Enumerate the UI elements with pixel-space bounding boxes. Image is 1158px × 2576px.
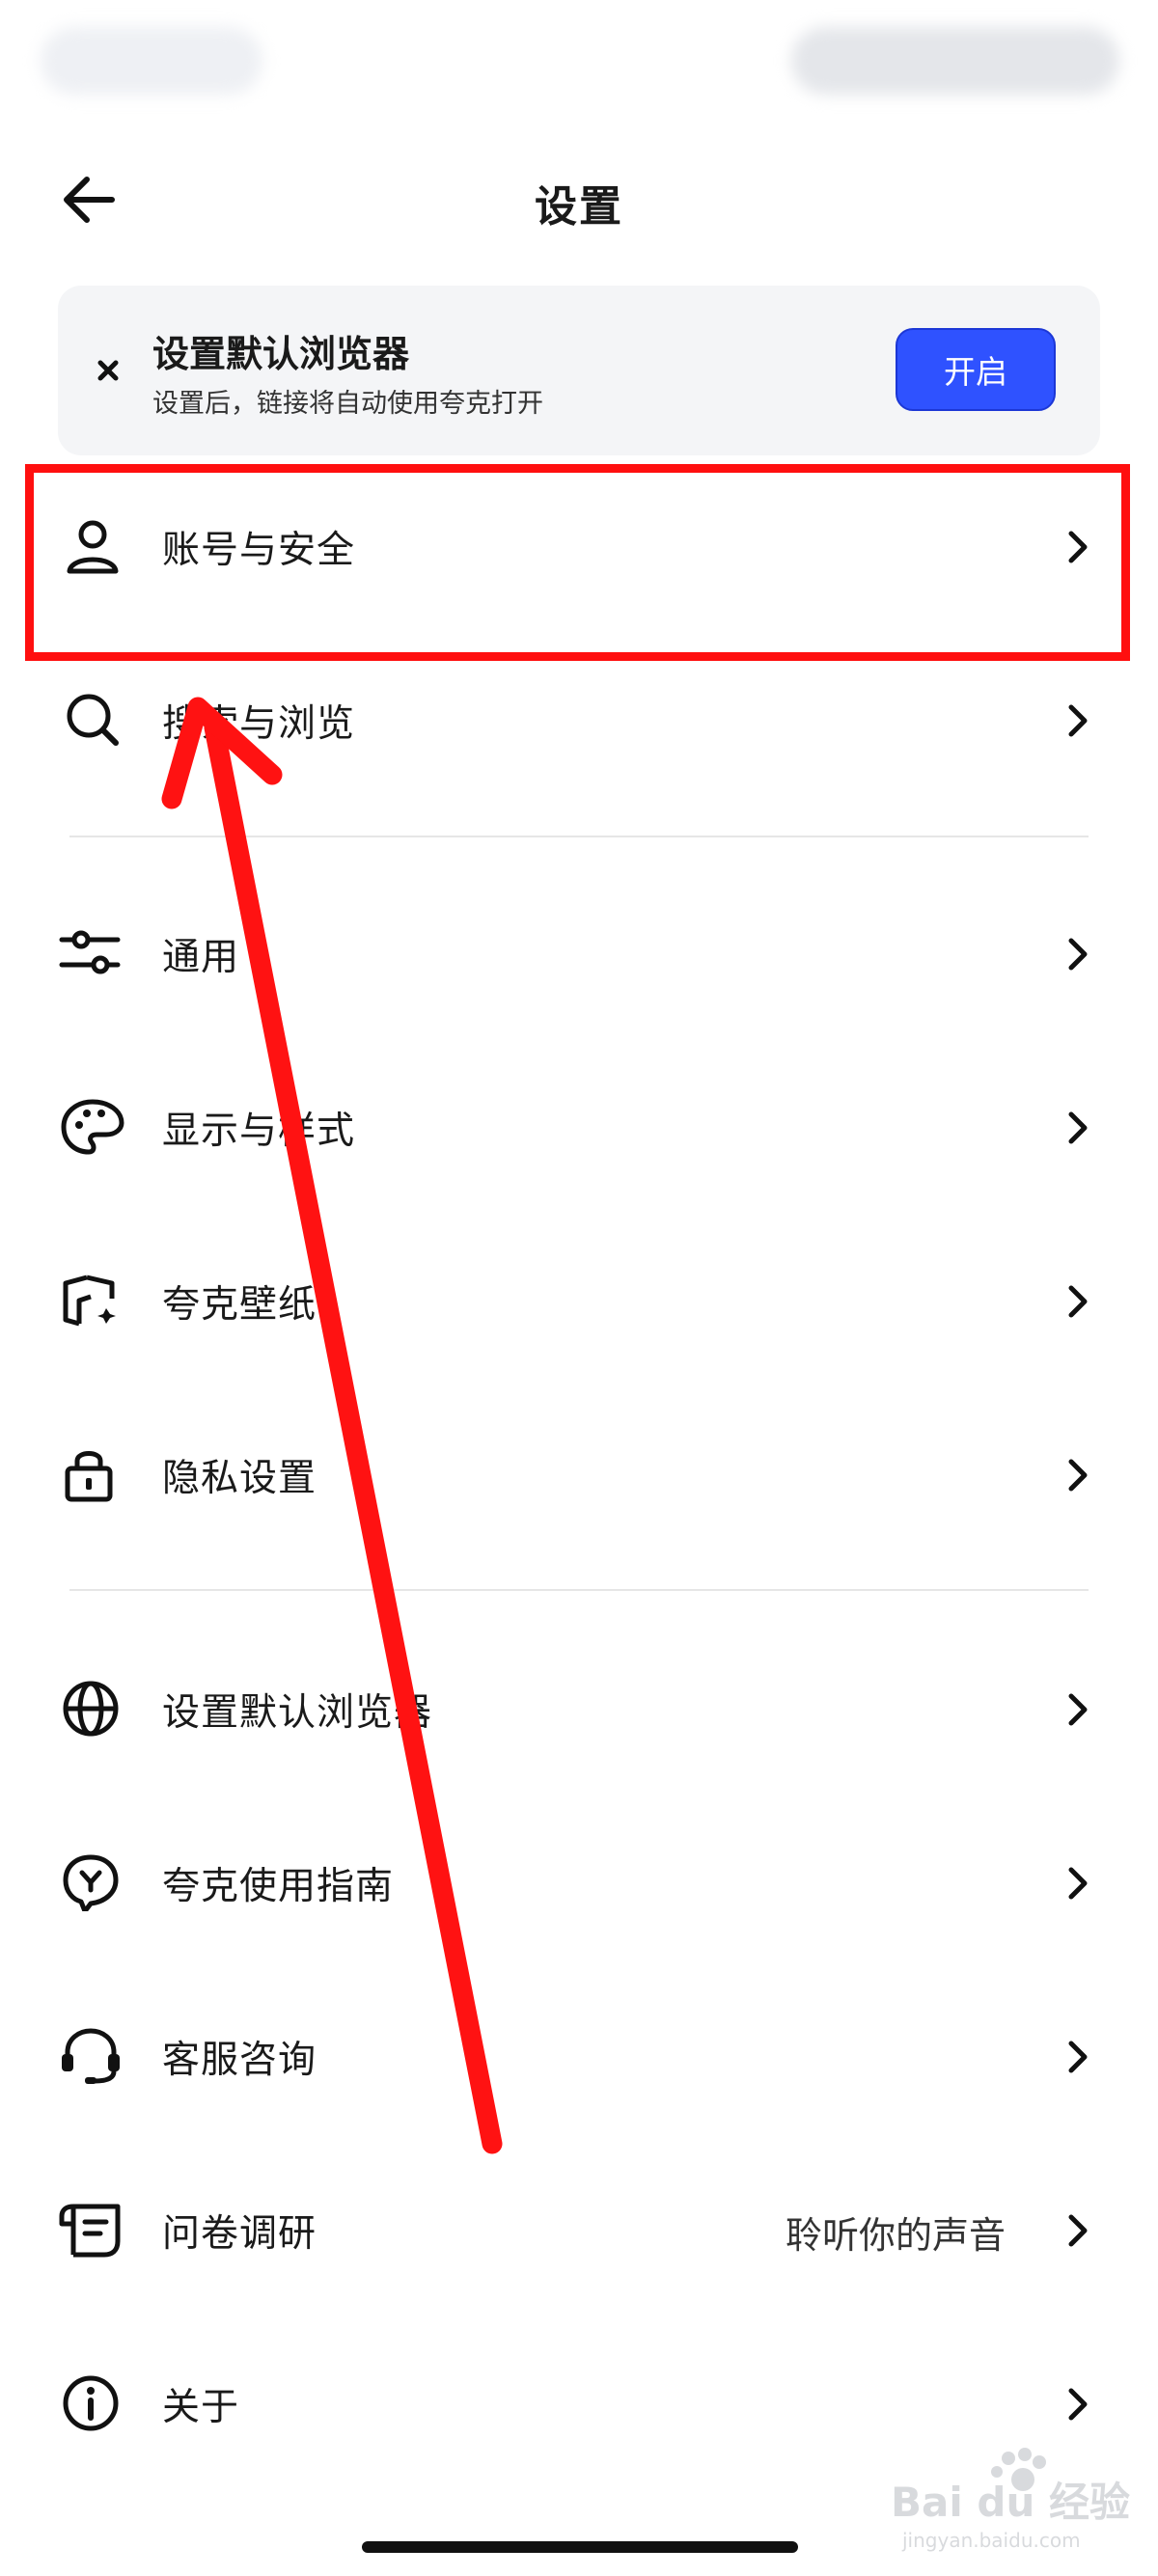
annotation-arrow — [161, 697, 503, 2154]
home-indicator — [362, 2541, 798, 2553]
baidu-jingyan-watermark: Bai du 经验 jingyan.baidu.com — [891, 2448, 1130, 2552]
svg-text:Bai du 经验: Bai du 经验 — [891, 2479, 1130, 2526]
svg-text:jingyan.baidu.com: jingyan.baidu.com — [901, 2529, 1081, 2552]
